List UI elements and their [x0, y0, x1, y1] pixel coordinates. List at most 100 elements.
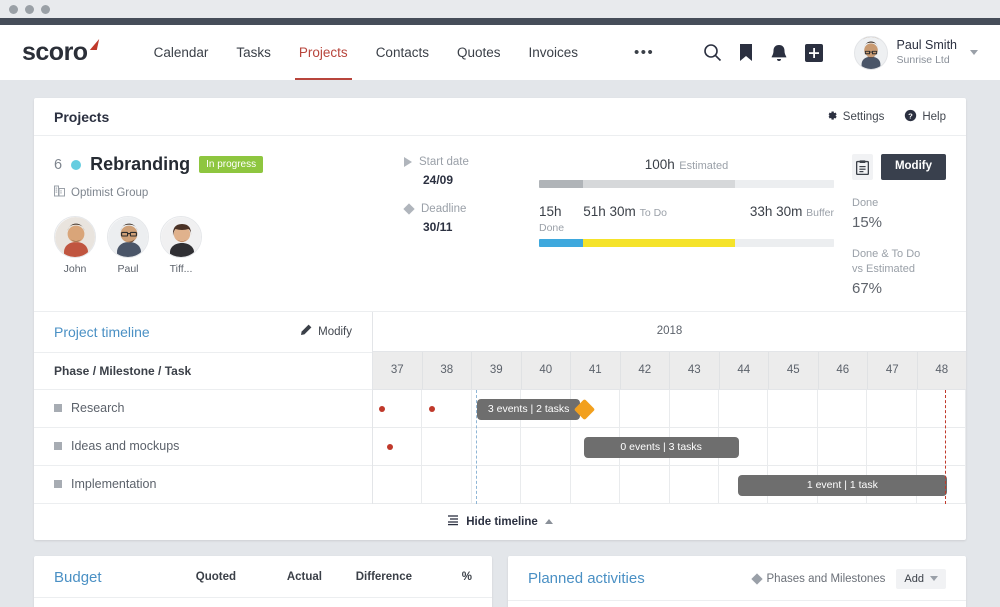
grid-cell[interactable] [768, 428, 817, 465]
add-button[interactable]: Add [896, 569, 946, 589]
week-header[interactable]: 39 [472, 352, 522, 389]
help-button[interactable]: ? Help [904, 109, 946, 125]
nav-item-projects[interactable]: Projects [285, 25, 362, 80]
timeline-left-pane: Project timeline Modify Phase / Mileston… [34, 312, 372, 504]
planned-activities-title[interactable]: Planned activities [528, 570, 645, 587]
week-header[interactable]: 41 [571, 352, 621, 389]
milestone-dot-icon[interactable] [379, 406, 385, 412]
modify-button[interactable]: Modify [881, 154, 946, 180]
window-maximize-dot[interactable] [41, 5, 50, 14]
nav-item-calendar[interactable]: Calendar [140, 25, 223, 80]
window-titlebar [0, 0, 1000, 18]
nav-item-more[interactable]: ••• [620, 25, 668, 80]
kpi-done-todo-label-2: vs Estimated [852, 262, 946, 277]
member-paul[interactable]: Paul [107, 216, 149, 275]
grid-cell[interactable] [422, 428, 471, 465]
week-header[interactable]: 42 [621, 352, 671, 389]
grid-cell[interactable] [768, 390, 817, 427]
start-date-label-row: Start date [404, 156, 539, 168]
project-name[interactable]: Rebranding [90, 154, 190, 175]
grid-cell[interactable] [521, 466, 570, 503]
start-date-label: Start date [419, 156, 469, 168]
window-close-dot[interactable] [9, 5, 18, 14]
week-header[interactable]: 48 [918, 352, 967, 389]
week-header[interactable]: 43 [670, 352, 720, 389]
plus-icon[interactable] [805, 44, 823, 62]
grid-cell[interactable] [472, 466, 521, 503]
nav-item-reports[interactable] [592, 25, 620, 80]
week-header[interactable]: 38 [423, 352, 473, 389]
project-members: John [54, 216, 404, 275]
grid-cell[interactable] [670, 390, 719, 427]
grid-cell[interactable] [719, 390, 768, 427]
milestone-dot-icon[interactable] [387, 444, 393, 450]
member-tiffany[interactable]: Tiff... [160, 216, 202, 275]
report-button[interactable] [852, 154, 873, 180]
grid-cell[interactable] [620, 466, 669, 503]
chevron-down-icon[interactable] [970, 50, 978, 55]
week-header[interactable]: 37 [373, 352, 423, 389]
phases-milestones-filter[interactable]: Phases and Milestones [753, 573, 886, 585]
hide-timeline-button[interactable]: Hide timeline [34, 504, 966, 540]
week-header[interactable]: 40 [522, 352, 572, 389]
grid-cell[interactable] [373, 428, 422, 465]
budget-title[interactable]: Budget [54, 569, 102, 586]
gantt-bar-implementation[interactable]: 1 event | 1 task [738, 475, 947, 496]
project-actions: Modify Done 15% Done & To Do vs Estimate… [834, 154, 946, 297]
top-navigation: scoro Calendar Tasks Projects Contacts Q… [0, 25, 1000, 80]
nav-item-invoices[interactable]: Invoices [515, 25, 593, 80]
user-menu[interactable]: Paul Smith Sunrise Ltd [854, 36, 978, 70]
grid-cell[interactable] [917, 428, 966, 465]
grid-cell[interactable] [620, 390, 669, 427]
gantt-bar-ideas[interactable]: 0 events | 3 tasks [584, 437, 739, 458]
milestone-dot-icon[interactable] [429, 406, 435, 412]
row-label: Implementation [71, 477, 156, 491]
nav-item-quotes[interactable]: Quotes [443, 25, 515, 80]
grid-cell[interactable] [521, 428, 570, 465]
table-row[interactable]: Invoices 9 834.00 9 360.00 -474.00 95.18… [34, 598, 492, 607]
project-dates: Start date 24/09 Deadline 30/11 [404, 154, 539, 297]
timeline-row-label-implementation[interactable]: Implementation [34, 466, 372, 504]
grid-cell[interactable] [571, 466, 620, 503]
grid-cell[interactable] [818, 390, 867, 427]
square-icon [54, 480, 62, 488]
week-header[interactable]: 47 [868, 352, 918, 389]
timeline-week-headers: 37 38 39 40 41 42 43 44 45 46 47 48 [373, 352, 966, 390]
timeline-title[interactable]: Project timeline [54, 324, 150, 340]
nav-item-contacts[interactable]: Contacts [362, 25, 443, 80]
scoro-logo[interactable]: scoro [22, 38, 98, 67]
bookmark-icon[interactable] [739, 43, 753, 62]
window-minimize-dot[interactable] [25, 5, 34, 14]
hours-buffer: 33h 30m Buffer [735, 204, 834, 234]
nav-label: Tasks [236, 45, 271, 60]
grid-cell[interactable] [422, 466, 471, 503]
grid-cell[interactable] [373, 466, 422, 503]
nav-item-tasks[interactable]: Tasks [222, 25, 285, 80]
settings-button[interactable]: Settings [825, 109, 885, 125]
grid-cell[interactable] [472, 428, 521, 465]
grid-cell[interactable] [867, 390, 916, 427]
budget-col-actual: Actual [236, 571, 322, 583]
grid-cell[interactable] [867, 428, 916, 465]
grid-cell[interactable] [818, 428, 867, 465]
project-color-dot-icon [71, 160, 81, 170]
search-icon[interactable] [703, 43, 722, 62]
timeline-row-label-ideas[interactable]: Ideas and mockups [34, 428, 372, 466]
avatar [54, 216, 96, 258]
timeline-row-label-research[interactable]: Research [34, 390, 372, 428]
grid-cell[interactable] [670, 466, 719, 503]
timeline-modify-button[interactable]: Modify [300, 324, 352, 339]
planned-activities-actions: Phases and Milestones Add [753, 569, 946, 589]
timeline-bars-area: 3 events | 2 tasks 0 events [373, 390, 966, 504]
week-header[interactable]: 44 [720, 352, 770, 389]
member-john[interactable]: John [54, 216, 96, 275]
company-row[interactable]: Optimist Group [54, 184, 404, 202]
week-header[interactable]: 46 [819, 352, 869, 389]
bell-icon[interactable] [770, 44, 788, 62]
gear-icon [825, 109, 838, 125]
gantt-bar-research[interactable]: 3 events | 2 tasks [477, 399, 580, 420]
week-header[interactable]: 45 [769, 352, 819, 389]
nav-right-icons: Paul Smith Sunrise Ltd [703, 36, 978, 70]
grid-cell[interactable] [917, 390, 966, 427]
help-label: Help [922, 111, 946, 123]
